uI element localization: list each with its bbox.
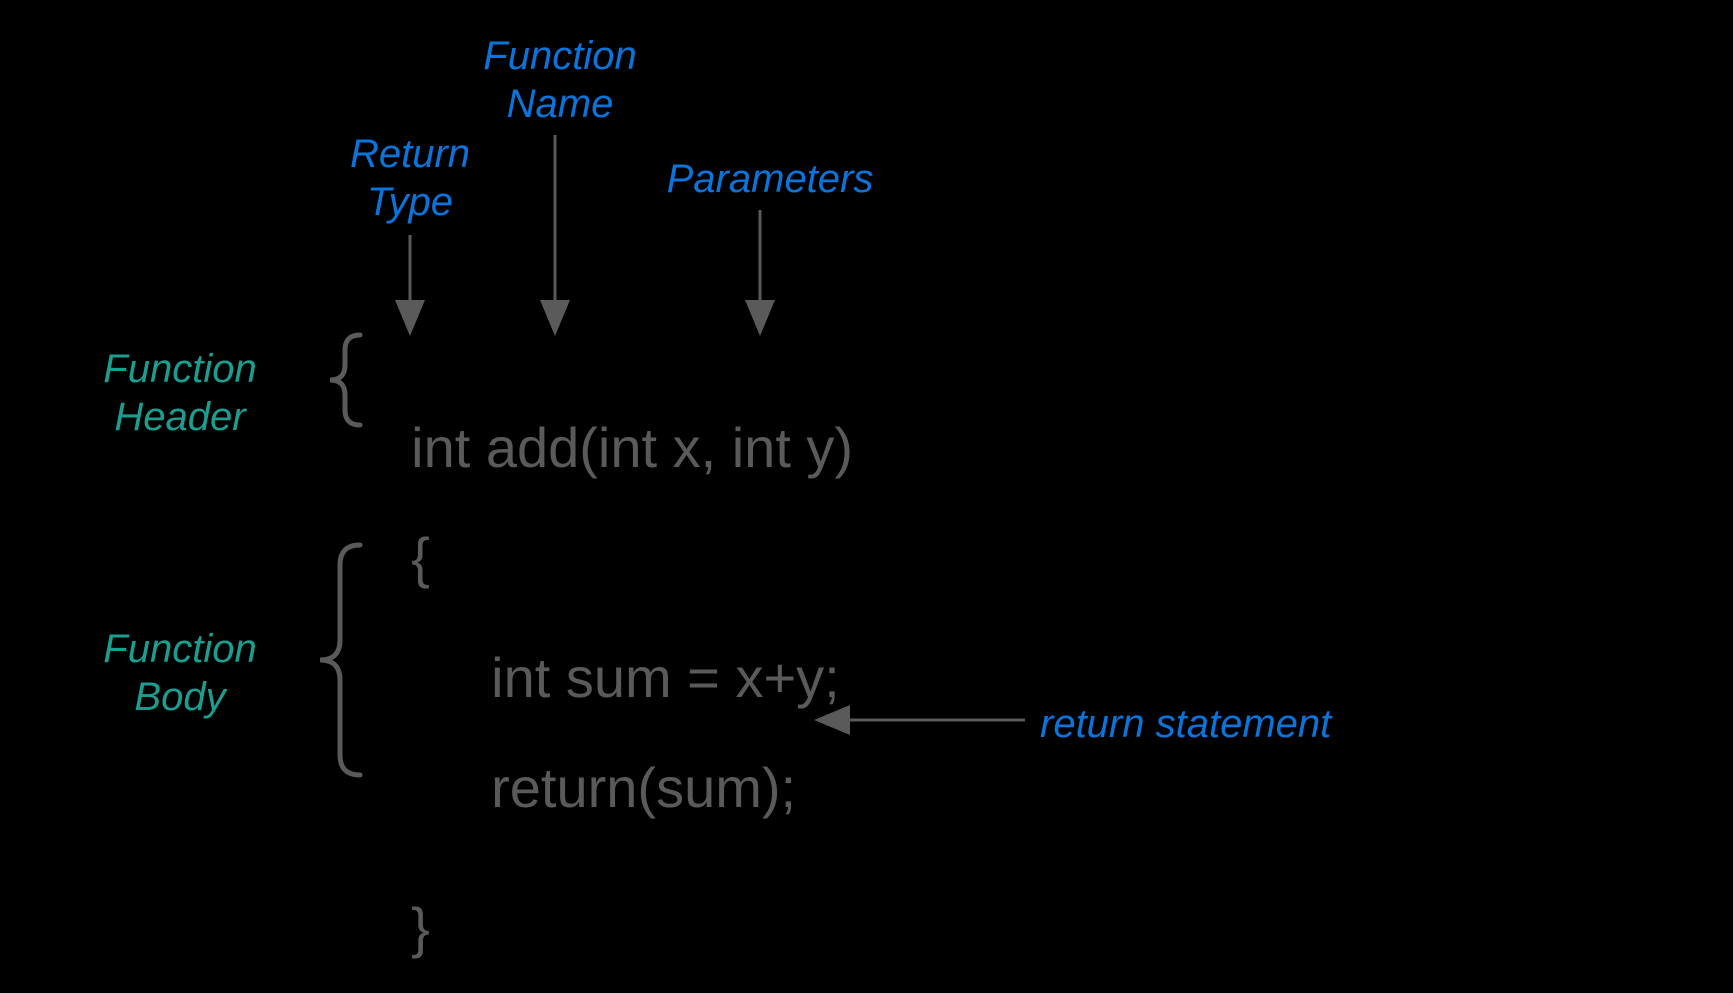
text-function-body-2: Body <box>134 675 225 719</box>
brace-function-header <box>330 335 360 425</box>
text-function-name-1: Function <box>483 34 636 78</box>
code-line-4: return(sum); <box>460 690 796 820</box>
label-parameters: Parameters <box>640 155 900 203</box>
code-line-1: int add(int x, int y) <box>380 350 853 480</box>
text-return-type-2: Type <box>367 180 453 224</box>
text-function-header-1: Function <box>103 347 256 391</box>
text-return-type-1: Return <box>350 132 470 176</box>
code-line-5: } <box>380 830 430 960</box>
code-line-4-text: return(sum); <box>491 756 796 819</box>
code-line-2: { <box>380 460 430 590</box>
text-function-name-2: Name <box>507 82 614 126</box>
code-line-5-text: } <box>411 896 430 959</box>
code-line-1-text: int add(int x, int y) <box>411 416 853 479</box>
text-return-statement: return statement <box>1040 702 1331 746</box>
text-function-body-1: Function <box>103 627 256 671</box>
label-function-name: Function Name <box>460 32 660 128</box>
diagram-overlay <box>0 0 1733 993</box>
label-return-statement: return statement <box>1040 700 1400 748</box>
text-function-header-2: Header <box>114 395 245 439</box>
text-parameters: Parameters <box>667 157 874 201</box>
label-function-body: Function Body <box>80 625 280 721</box>
code-line-2-text: { <box>411 526 430 589</box>
label-function-header: Function Header <box>80 345 280 441</box>
brace-function-body <box>320 545 360 775</box>
label-return-type: Return Type <box>330 130 490 226</box>
